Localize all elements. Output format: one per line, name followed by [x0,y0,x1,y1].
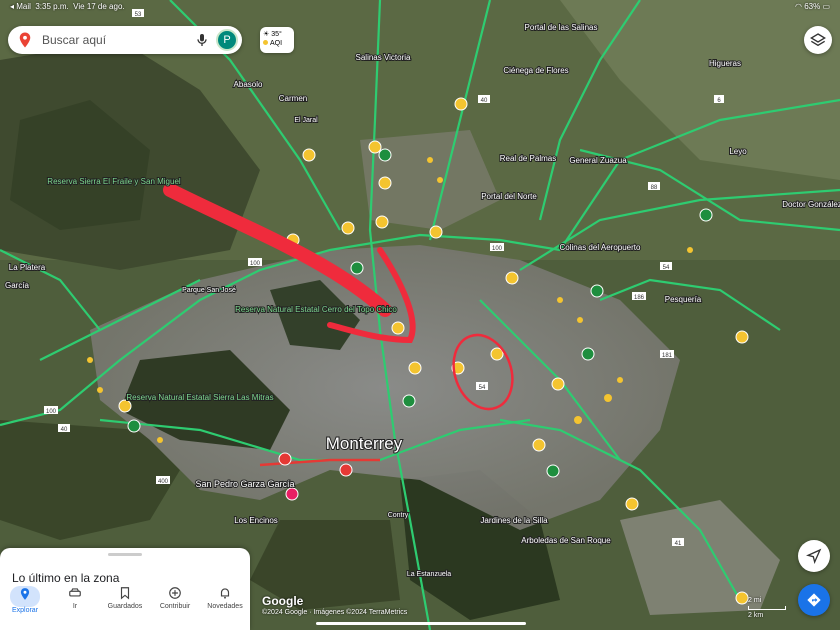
microphone-icon[interactable] [194,32,210,48]
back-to-mail[interactable]: ◂ Mail [10,2,31,11]
nav-label: Explorar [11,607,39,614]
aqi-dot-icon [263,40,268,45]
place-label: Carmen [279,94,307,103]
car-icon [69,588,81,597]
place-label: La Estanzuela [407,571,451,578]
bottom-navigation: Explorar Ir Guardados Contribuir Novedad… [0,582,250,630]
layers-icon [810,33,826,47]
svg-text:54: 54 [479,385,486,391]
nav-updates[interactable]: Novedades [200,582,250,630]
satellite-map[interactable]: 53 40 100 100 54 186 181 88 6 100 400 54… [0,0,840,630]
svg-text:181: 181 [662,353,673,359]
navigation-arrow-icon [806,548,822,564]
nav-go[interactable]: Ir [50,582,100,630]
place-label: Reserva Sierra El Fraile y San Miguel [47,177,181,186]
place-label: Portal de las Salinas [525,23,598,32]
drag-handle[interactable] [108,553,142,556]
place-label: Portal del Norte [481,192,537,201]
shopping-marker[interactable] [285,487,299,501]
home-indicator[interactable] [316,622,526,625]
place-label: General Zuazua [569,156,627,165]
place-label: Ciénega de Flores [503,66,568,75]
directions-icon [807,593,821,607]
nav-saved[interactable]: Guardados [100,582,150,630]
avatar[interactable]: P [216,29,238,51]
weather-chip[interactable]: ☀ 35° AQI [260,27,294,53]
place-label: San Pedro Garza García [195,479,294,489]
aqi-label: AQI [270,40,283,47]
search-bar[interactable]: Buscar aquí P [8,26,242,54]
weather-temp: 35° [271,31,282,38]
weather-sun-icon: ☀ [263,31,270,38]
nav-label: Contribuir [159,603,191,610]
svg-text:100: 100 [46,409,57,415]
place-label: Los Encinos [234,516,278,525]
battery-icon: ▭ [822,2,830,11]
place-label: Doctor González [782,200,840,209]
place-label: Arboledas de San Roque [521,536,611,545]
search-input[interactable]: Buscar aquí [42,33,194,47]
battery-level: 63% [804,2,821,11]
scale-miles: 2 mi [748,597,762,604]
place-label: Pesquería [665,295,702,304]
svg-text:40: 40 [61,427,68,433]
place-label: Parque San José [182,287,236,294]
layers-button[interactable] [804,26,832,54]
nav-explore[interactable]: Explorar [0,582,50,630]
svg-text:88: 88 [651,185,658,191]
place-label: La Platera [9,263,46,272]
place-label: Abasolo [234,80,263,89]
city-label: Monterrey [326,434,403,453]
hospital-marker[interactable] [278,452,292,466]
status-time: 3:35 p.m. [35,2,69,11]
attraction-marker[interactable] [339,463,353,477]
bell-icon [220,588,230,599]
nav-contribute[interactable]: Contribuir [150,582,200,630]
place-label: Real de Palmas [500,154,556,163]
status-date: Vie 17 de ago. [73,2,125,11]
place-label: Colinas del Aeropuerto [560,243,641,252]
place-label: Jardines de la Silla [480,516,548,525]
scale-km: 2 km [748,612,764,619]
nav-label: Ir [72,603,78,610]
svg-text:186: 186 [634,295,645,301]
location-pin-icon [20,588,30,600]
google-logo: Google [262,594,304,608]
svg-text:400: 400 [158,479,169,485]
status-bar: ◂ Mail 3:35 p.m. Vie 17 de ago. ◠ 63% ▭ [0,0,840,14]
place-label: Contry [388,512,409,519]
place-label: Reserva Natural Estatal Sierra Las Mitra… [126,393,273,402]
map-attribution[interactable]: ©2024 Google · Imágenes ©2024 TerraMetri… [262,609,407,616]
place-label: Leyo [729,147,747,156]
svg-text:100: 100 [250,261,261,267]
wifi-icon: ◠ [794,2,802,11]
place-label: Salinas Victoria [356,53,412,62]
place-label: García [5,281,30,290]
place-label: Higueras [709,59,741,68]
svg-text:100: 100 [492,246,503,252]
scale-bar: 2 mi 2 km [748,596,786,620]
directions-button[interactable] [798,584,830,616]
bookmark-icon [120,587,130,600]
nav-label: Guardados [107,603,143,610]
svg-text:40: 40 [481,98,488,104]
place-label: El Jaral [294,117,318,124]
google-maps-pin-icon [19,32,31,48]
svg-text:54: 54 [663,265,670,271]
svg-text:41: 41 [675,541,682,547]
add-circle-icon [169,587,181,599]
nav-label: Novedades [207,603,243,610]
location-button[interactable] [798,540,830,572]
place-label: Reserva Natural Estatal Cerro del Topo C… [235,305,397,314]
